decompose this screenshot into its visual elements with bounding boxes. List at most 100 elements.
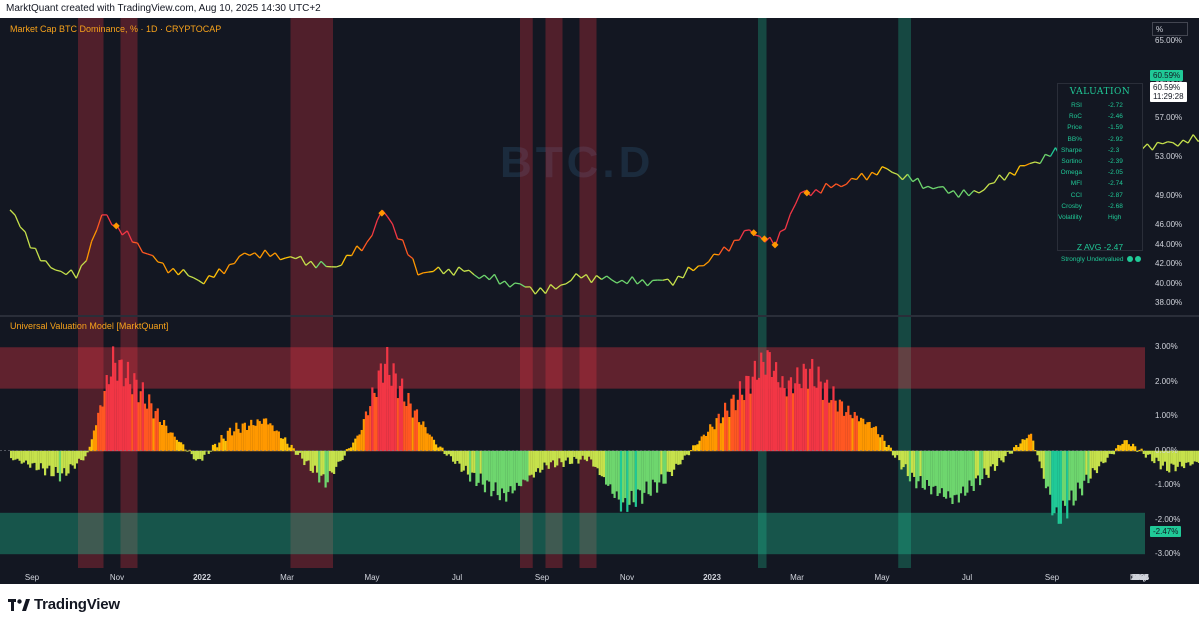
histogram-bar	[143, 403, 147, 452]
histogram-bar	[1089, 450, 1092, 479]
histogram-bar	[902, 450, 905, 468]
metric-value: -2.68	[1108, 202, 1123, 210]
histogram-bar	[78, 450, 81, 459]
histogram-bar	[821, 399, 824, 452]
histogram-bar	[148, 394, 151, 452]
histogram-bar	[721, 417, 725, 452]
line-segment	[448, 268, 455, 276]
histogram-bar	[1057, 450, 1060, 524]
histogram-bar	[564, 450, 567, 461]
histogram-bar	[755, 379, 759, 452]
histogram-bar	[398, 385, 402, 452]
histogram-bar	[503, 450, 506, 494]
histogram-bar	[979, 450, 982, 486]
valuation-row: Crosby -2.68	[1058, 203, 1142, 213]
histogram-bar	[749, 393, 752, 452]
histogram-bar	[171, 432, 174, 452]
histogram-bar	[316, 450, 319, 473]
histogram-bar	[643, 450, 646, 493]
metric-value: High	[1108, 214, 1122, 221]
line-segment	[973, 189, 980, 194]
line-segment	[958, 189, 965, 198]
histogram-bar	[632, 450, 635, 503]
histogram-bar	[309, 450, 312, 471]
histogram-bar	[271, 425, 274, 452]
y-tick-label: 42.00%	[1155, 259, 1183, 269]
histogram-bar	[245, 430, 249, 452]
histogram-bar	[539, 450, 542, 473]
histogram-bar	[649, 450, 652, 496]
line-segment	[239, 252, 245, 257]
histogram-bar	[1127, 444, 1130, 452]
histogram-bar	[1112, 450, 1116, 455]
histogram-bar	[233, 431, 236, 452]
line-segment	[254, 252, 261, 259]
histogram-bar	[534, 450, 538, 472]
histogram-bar	[1189, 450, 1192, 466]
histogram-bar	[80, 450, 83, 461]
histogram-bar	[687, 450, 691, 456]
metric-value: -2.87	[1108, 191, 1123, 199]
histogram-bar	[766, 350, 769, 452]
line-segment	[892, 171, 898, 175]
tradingview-logo[interactable]: TradingView	[8, 596, 120, 613]
line-segment	[412, 258, 419, 276]
histogram-bar	[560, 450, 563, 463]
histogram-bar	[222, 438, 225, 452]
histogram-bar	[1144, 450, 1147, 458]
status-dot-icon	[1135, 256, 1142, 263]
brand-name: TradingView	[34, 596, 120, 613]
histogram-bar	[981, 450, 984, 480]
line-segment	[188, 275, 194, 279]
histogram-bar	[496, 450, 499, 496]
histogram-bar	[974, 450, 977, 479]
histogram-bar	[741, 394, 744, 452]
histogram-bar	[175, 439, 178, 452]
histogram-bar	[936, 450, 939, 496]
line-segment	[1009, 171, 1016, 176]
histogram-bar	[301, 450, 304, 459]
histogram-bar	[254, 425, 257, 452]
red-signal-band	[120, 18, 138, 568]
histogram-bar	[855, 415, 858, 452]
metric-value: -2.3	[1108, 146, 1120, 154]
chart-canvas[interactable]	[0, 18, 1199, 584]
line-segment	[647, 279, 654, 287]
histogram-bar	[789, 377, 793, 452]
histogram-bar	[1002, 450, 1005, 463]
line-segment	[611, 279, 618, 284]
histogram-bar	[403, 401, 406, 452]
histogram-bar	[923, 450, 926, 490]
line-segment	[371, 220, 378, 236]
histogram-bar	[307, 450, 310, 461]
line-segment	[361, 241, 368, 252]
histogram-bar	[911, 450, 914, 473]
histogram-bar	[554, 450, 557, 468]
histogram-bar	[341, 450, 344, 461]
histogram-bar	[84, 450, 87, 457]
line-segment	[998, 174, 1005, 181]
x-tick-label: Nov	[109, 573, 125, 582]
histogram-bar	[785, 396, 788, 452]
histogram-bar	[1008, 450, 1011, 454]
x-tick-label: Jul	[451, 573, 463, 582]
histogram-bar	[698, 440, 701, 452]
histogram-bar	[1047, 450, 1050, 487]
histogram-bar	[1015, 444, 1018, 452]
histogram-bar	[490, 450, 493, 497]
chart-area[interactable]: BTC.D Market Cap BTC Dominance, % · 1D ·…	[0, 18, 1199, 584]
histogram-bar	[167, 433, 170, 452]
histogram-bar	[522, 450, 525, 480]
line-segment	[963, 189, 970, 197]
histogram-bar	[826, 379, 829, 452]
histogram-bar	[377, 370, 380, 452]
metric-label: RSI	[1071, 102, 1082, 109]
histogram-bar	[600, 450, 603, 477]
line-segment	[1182, 139, 1189, 144]
histogram-bar	[56, 450, 59, 473]
scale-percent-button[interactable]: %	[1152, 22, 1188, 36]
histogram-bar	[462, 450, 465, 471]
histogram-bar	[218, 442, 221, 452]
histogram-bar	[1095, 450, 1099, 474]
histogram-bar	[653, 450, 657, 483]
